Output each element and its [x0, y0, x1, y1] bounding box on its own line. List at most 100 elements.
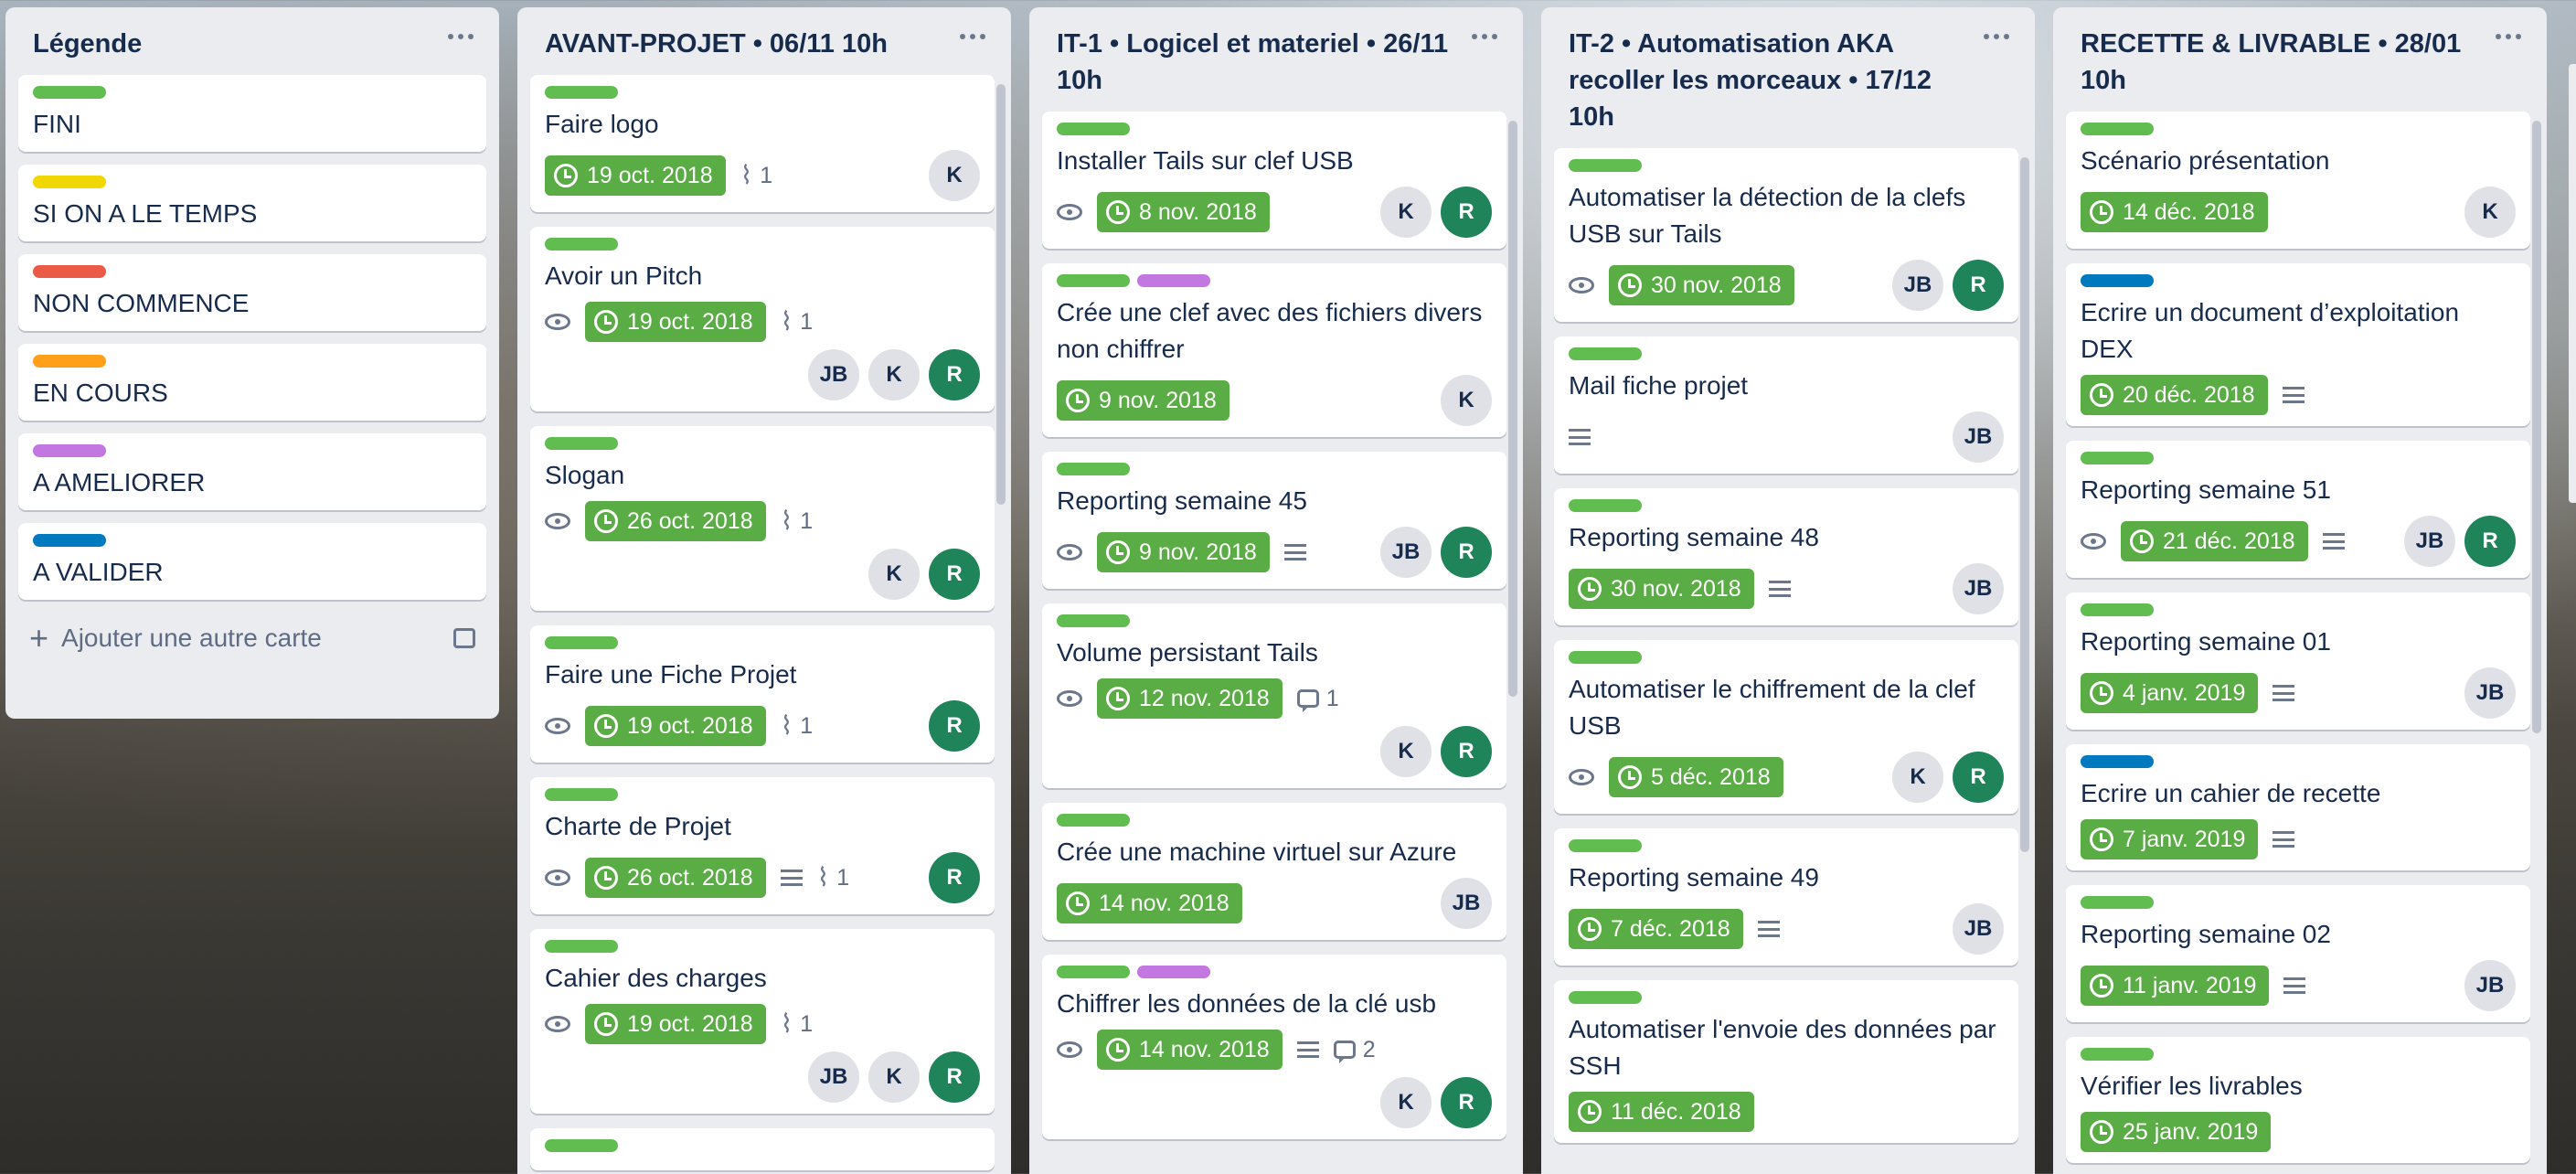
label-green[interactable] — [545, 788, 618, 801]
avatar[interactable]: JB — [2464, 667, 2516, 719]
card[interactable]: Faire une Fiche Projet 19 oct. 2018 ⌇ 1 R — [530, 625, 995, 763]
avatar[interactable]: K — [1380, 187, 1432, 238]
label-blue[interactable] — [2081, 274, 2154, 287]
avatar[interactable]: K — [868, 1051, 920, 1103]
avatar[interactable]: R — [929, 549, 980, 600]
add-card-button[interactable]: + Ajouter une autre carte — [5, 613, 499, 677]
label-green[interactable] — [1057, 814, 1130, 827]
card-template-icon[interactable] — [453, 628, 475, 648]
avatar[interactable]: K — [1892, 752, 1943, 803]
avatar[interactable]: JB — [808, 1051, 859, 1103]
label-yellow[interactable] — [33, 176, 106, 188]
avatar[interactable]: JB — [1380, 527, 1432, 578]
avatar[interactable]: R — [929, 1051, 980, 1103]
card[interactable]: Crée une clef avec des fichiers divers n… — [1042, 263, 1506, 437]
label-green[interactable] — [2081, 123, 2154, 135]
label-green[interactable] — [1569, 991, 1642, 1004]
card[interactable]: Chiffrer les données de la clé usb 14 no… — [1042, 955, 1506, 1139]
card[interactable]: Reporting semaine 02 11 janv. 2019 JB — [2066, 885, 2530, 1022]
due-date-badge[interactable]: 9 nov. 2018 — [1097, 532, 1270, 572]
card[interactable]: Reporting semaine 51 21 déc. 2018 JB R — [2066, 441, 2530, 578]
label-green[interactable] — [1569, 499, 1642, 512]
label-green[interactable] — [2081, 1048, 2154, 1061]
card[interactable]: Automatiser le chiffrement de la clef US… — [1554, 640, 2018, 814]
list-menu-icon[interactable] — [441, 20, 481, 53]
due-date-badge[interactable]: 30 nov. 2018 — [1609, 265, 1794, 305]
list-header[interactable]: IT-1 • Logicel et materiel • 26/11 10h — [1029, 7, 1523, 112]
card[interactable]: Cahier des charges 19 oct. 2018 ⌇ 1 JB K … — [530, 929, 995, 1114]
label-green[interactable] — [1057, 614, 1130, 627]
label-green[interactable] — [2081, 452, 2154, 464]
card[interactable]: Faire logo 19 oct. 2018 ⌇ 1 K — [530, 75, 995, 212]
list-header[interactable]: RECETTE & LIVRABLE • 28/01 10h — [2053, 7, 2547, 112]
due-date-badge[interactable]: 14 déc. 2018 — [2081, 192, 2268, 232]
avatar[interactable]: K — [868, 349, 920, 400]
avatar[interactable]: R — [929, 852, 980, 903]
avatar[interactable]: R — [1953, 752, 2004, 803]
avatar[interactable]: JB — [808, 349, 859, 400]
label-green[interactable] — [1569, 839, 1642, 852]
label-green[interactable] — [1057, 274, 1130, 287]
due-date-badge[interactable]: 4 janv. 2019 — [2081, 673, 2259, 713]
card[interactable]: EN COURS — [18, 344, 486, 421]
label-green[interactable] — [1569, 159, 1642, 172]
card[interactable]: Vérifier les livrables 25 janv. 2019 — [2066, 1037, 2530, 1163]
label-orange[interactable] — [33, 355, 106, 368]
avatar[interactable]: R — [1441, 1077, 1492, 1128]
avatar[interactable]: JB — [1953, 563, 2004, 614]
label-blue[interactable] — [2081, 755, 2154, 768]
due-date-badge[interactable]: 12 nov. 2018 — [1097, 678, 1283, 719]
card[interactable]: Automatiser la détection de la clefs USB… — [1554, 148, 2018, 322]
label-green[interactable] — [1057, 966, 1130, 978]
due-date-badge[interactable]: 8 nov. 2018 — [1097, 192, 1270, 232]
card[interactable]: Automatiser l'envoie des données par SSH… — [1554, 980, 2018, 1143]
card[interactable]: FINI — [18, 75, 486, 152]
list-menu-icon[interactable] — [2488, 20, 2528, 53]
card[interactable]: Reporting semaine 45 9 nov. 2018 JB R — [1042, 452, 1506, 589]
avatar[interactable]: K — [1380, 1077, 1432, 1128]
due-date-badge[interactable]: 14 nov. 2018 — [1057, 883, 1242, 923]
card[interactable]: Crée une machine virtuel sur Azure 14 no… — [1042, 803, 1506, 940]
card[interactable]: Reporting semaine 48 30 nov. 2018 JB — [1554, 488, 2018, 625]
card[interactable]: NON COMMENCE — [18, 254, 486, 331]
avatar[interactable]: R — [1441, 187, 1492, 238]
avatar[interactable]: K — [1380, 726, 1432, 777]
card[interactable]: Reporting semaine 01 4 janv. 2019 JB — [2066, 592, 2530, 730]
avatar[interactable]: JB — [1953, 903, 2004, 955]
avatar[interactable]: R — [929, 700, 980, 752]
card[interactable]: Ecrire un document d’exploitation DEX 20… — [2066, 263, 2530, 426]
due-date-badge[interactable]: 19 oct. 2018 — [545, 155, 726, 196]
card[interactable]: Installer Tails sur clef USB 8 nov. 2018… — [1042, 112, 1506, 249]
list-title[interactable]: Légende — [33, 29, 142, 59]
card[interactable]: Charte de Projet 26 oct. 2018 ⌇ 1 R — [530, 777, 995, 914]
label-green[interactable] — [545, 86, 618, 99]
label-green[interactable] — [545, 437, 618, 450]
list-menu-icon[interactable] — [1976, 20, 2017, 53]
label-purple[interactable] — [33, 444, 106, 457]
avatar[interactable]: K — [929, 150, 980, 201]
card[interactable]: Mail fiche projet JB — [1554, 336, 2018, 474]
label-green[interactable] — [545, 1139, 618, 1152]
label-green[interactable] — [1057, 463, 1130, 475]
label-green[interactable] — [1057, 123, 1130, 135]
label-blue[interactable] — [33, 534, 106, 547]
list-title[interactable]: RECETTE & LIVRABLE • 28/01 10h — [2081, 29, 2461, 95]
label-green[interactable] — [2081, 603, 2154, 616]
list-title[interactable]: IT-2 • Automatisation AKA recoller les m… — [1569, 29, 1932, 132]
list-header[interactable]: Légende — [5, 7, 499, 75]
label-green[interactable] — [545, 636, 618, 649]
label-green[interactable] — [545, 238, 618, 251]
due-date-badge[interactable]: 19 oct. 2018 — [585, 706, 766, 746]
list-header[interactable]: AVANT-PROJET • 06/11 10h — [517, 7, 1011, 75]
due-date-badge[interactable]: 7 janv. 2019 — [2081, 819, 2259, 859]
card[interactable] — [530, 1128, 995, 1170]
due-date-badge[interactable]: 26 oct. 2018 — [585, 858, 766, 898]
list-header[interactable]: IT-2 • Automatisation AKA recoller les m… — [1541, 7, 2035, 148]
label-green[interactable] — [1569, 347, 1642, 360]
due-date-badge[interactable]: 25 janv. 2019 — [2081, 1112, 2272, 1152]
due-date-badge[interactable]: 19 oct. 2018 — [585, 302, 766, 342]
card[interactable]: Slogan 26 oct. 2018 ⌇ 1 K R — [530, 426, 995, 611]
label-purple[interactable] — [1137, 274, 1210, 287]
list-menu-icon[interactable] — [1464, 20, 1505, 53]
label-green[interactable] — [2081, 896, 2154, 909]
